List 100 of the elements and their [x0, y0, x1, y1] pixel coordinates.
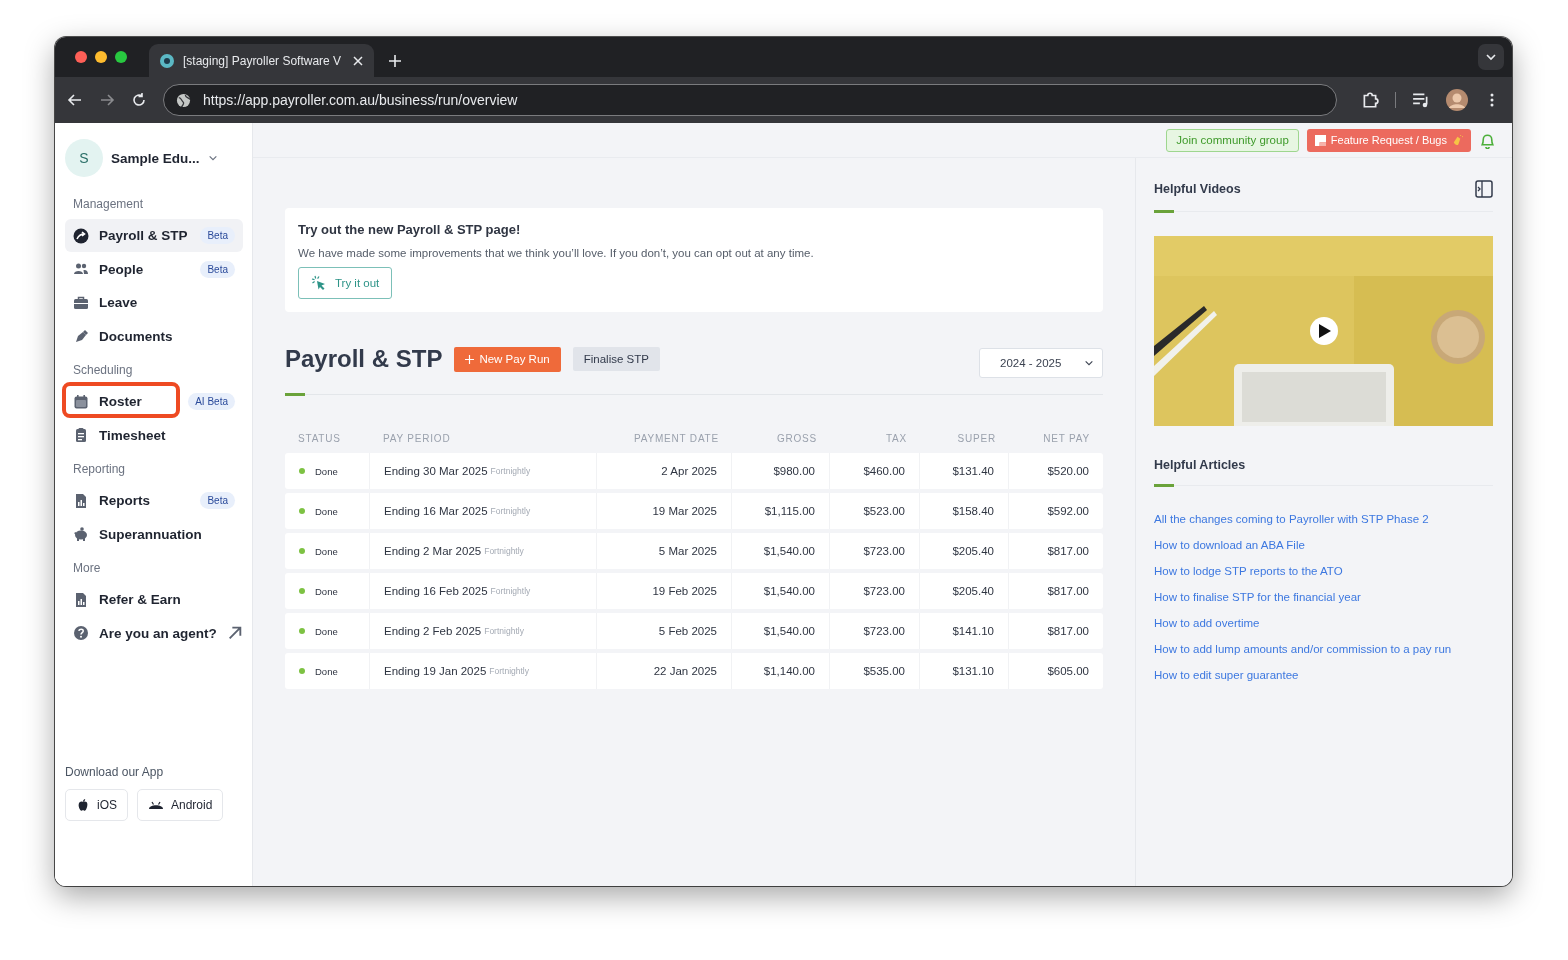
- profile-avatar-icon[interactable]: [1446, 89, 1468, 111]
- column-header: STATUS: [297, 432, 342, 444]
- extensions-icon[interactable]: [1361, 91, 1379, 109]
- maximize-window-icon[interactable]: [115, 51, 127, 63]
- pay-frequency: Fortnightly: [490, 586, 531, 596]
- close-window-icon[interactable]: [75, 51, 87, 63]
- super-amount: $158.40: [952, 505, 994, 517]
- tax-amount: $535.00: [863, 665, 905, 677]
- plus-icon: [465, 354, 475, 364]
- finalise-stp-button[interactable]: Finalise STP: [572, 347, 660, 371]
- pay-run-row[interactable]: Done Ending 30 Mar 2025 Fortnightly 2 Apr 2025 $980.00 $460.00 $131.40 $520.00: [285, 453, 1103, 489]
- pay-run-row[interactable]: Done Ending 16 Mar 2025 Fortnightly 19 Mar 2025 $1,115.00 $523.00 $158.40 $592.00: [285, 493, 1103, 529]
- back-icon[interactable]: [67, 92, 83, 108]
- section-heading: More: [73, 561, 102, 575]
- flag-icon: [1314, 134, 1326, 146]
- tab-search-button[interactable]: [1478, 44, 1504, 70]
- calendar-icon: [73, 393, 89, 410]
- reload-icon[interactable]: [131, 92, 147, 108]
- payment-date: 19 Mar 2025: [652, 505, 717, 517]
- business-avatar[interactable]: S: [65, 139, 103, 177]
- nav-item[interactable]: Timesheet: [65, 418, 243, 452]
- piggy-bank-icon: [73, 526, 89, 542]
- app-store-button[interactable]: iOS: [65, 789, 128, 821]
- sidebar-toggle-icon[interactable]: [1475, 180, 1493, 198]
- nav-item[interactable]: Are you an agent?: [65, 616, 243, 650]
- gross-amount: $1,115.00: [764, 505, 815, 517]
- nav-item[interactable]: Payroll & STP Beta: [65, 219, 243, 252]
- article-link[interactable]: How to finalise STP for the financial year: [1154, 591, 1361, 603]
- help-icon: [73, 625, 89, 641]
- forward-icon[interactable]: [99, 92, 115, 108]
- status-dot: [299, 588, 305, 594]
- status-text: Done: [315, 465, 338, 477]
- new-tab-icon[interactable]: [388, 54, 402, 68]
- net-pay-amount: $817.00: [1047, 545, 1089, 557]
- pay-run-row[interactable]: Done Ending 19 Jan 2025 Fortnightly 22 Jan 2025 $1,140.00 $535.00 $131.10 $605.00: [285, 653, 1103, 689]
- column-header: GROSS: [775, 432, 818, 444]
- pay-run-row[interactable]: Done Ending 2 Feb 2025 Fortnightly 5 Feb 2025 $1,540.00 $723.00 $141.10 $817.00: [285, 613, 1103, 649]
- pen-icon: [73, 328, 89, 344]
- announcement-text: We have made some improvements that we think you’ll love. If you don’t, you can opt out at any time.: [298, 247, 815, 259]
- browser-tab[interactable]: [staging] Payroller Software V: [149, 44, 374, 77]
- pay-period: Ending 19 Jan 2025: [384, 665, 487, 677]
- page-title: Payroll & STP: [285, 345, 443, 373]
- business-name[interactable]: Sample Edu...: [111, 150, 200, 166]
- article-link[interactable]: How to lodge STP reports to the ATO: [1154, 565, 1343, 577]
- article-link[interactable]: How to download an ABA File: [1154, 539, 1305, 551]
- pay-run-row[interactable]: Done Ending 2 Mar 2025 Fortnightly 5 Mar 2025 $1,540.00 $723.00 $205.40 $817.00: [285, 533, 1103, 569]
- notification-bell-icon[interactable]: [1479, 131, 1496, 149]
- address-bar[interactable]: https://app.payroller.com.au/business/run/overview: [163, 84, 1337, 116]
- column-header: NET PAY: [1042, 432, 1091, 444]
- gross-amount: $1,140.00: [763, 665, 815, 677]
- article-link[interactable]: How to add overtime: [1154, 617, 1260, 629]
- status-dot: [299, 508, 305, 514]
- payment-date: 5 Mar 2025: [658, 545, 717, 557]
- favicon-icon: [159, 52, 175, 69]
- payment-date: 19 Feb 2025: [652, 585, 717, 597]
- pay-run-row[interactable]: Done Ending 16 Feb 2025 Fortnightly 19 Feb 2025 $1,540.00 $723.00 $205.40 $817.00: [285, 573, 1103, 609]
- chart-document-icon: [73, 492, 89, 509]
- column-header: PAY PERIOD: [382, 432, 452, 444]
- tax-amount: $723.00: [863, 625, 905, 637]
- nav-item[interactable]: People Beta: [65, 252, 243, 286]
- net-pay-amount: $817.00: [1047, 625, 1089, 637]
- net-pay-amount: $817.00: [1047, 585, 1089, 597]
- globe-icon: [176, 92, 191, 108]
- super-amount: $205.40: [952, 545, 994, 557]
- nav-item[interactable]: Documents: [65, 319, 243, 353]
- external-link-icon: [226, 625, 243, 641]
- nav-item[interactable]: Reports Beta: [65, 484, 243, 517]
- status-text: Done: [315, 545, 338, 557]
- download-heading: Download our App: [65, 765, 165, 779]
- status-dot: [299, 668, 305, 674]
- close-icon[interactable]: [352, 54, 364, 67]
- year-select[interactable]: 2024 - 2025: [979, 348, 1103, 378]
- beta-badge: Beta: [200, 492, 235, 509]
- apple-icon: [76, 798, 90, 812]
- super-amount: $141.10: [952, 625, 994, 637]
- gross-amount: $980.00: [773, 465, 815, 477]
- people-icon: [73, 261, 89, 277]
- beta-badge: Beta: [200, 227, 235, 244]
- article-link[interactable]: How to add lump amounts and/or commission to a pay run: [1154, 643, 1452, 655]
- pay-period: Ending 16 Mar 2025: [384, 505, 488, 517]
- app-store-button[interactable]: Android: [137, 789, 224, 821]
- article-link[interactable]: How to edit super guarantee: [1154, 669, 1299, 681]
- videos-heading: Helpful Videos: [1154, 182, 1241, 196]
- nav-item[interactable]: Superannuation: [65, 517, 243, 551]
- nav-item[interactable]: Leave: [65, 286, 243, 319]
- super-amount: $131.10: [952, 665, 994, 677]
- nav-item[interactable]: Refer & Earn: [65, 583, 243, 616]
- article-link[interactable]: All the changes coming to Payroller with STP Phase 2: [1154, 513, 1429, 525]
- arrow-circle-icon: [73, 227, 89, 244]
- status-text: Done: [315, 585, 338, 597]
- announcement-title: Try out the new Payroll & STP page!: [298, 222, 522, 237]
- media-icon[interactable]: [1412, 91, 1430, 109]
- try-it-out-button[interactable]: Try it out: [298, 267, 393, 299]
- nav-item[interactable]: Roster AI Beta: [65, 385, 243, 418]
- minimize-window-icon[interactable]: [95, 51, 107, 63]
- status-text: Done: [315, 665, 338, 677]
- chevron-down-icon: [1084, 358, 1094, 368]
- chevron-down-icon[interactable]: [207, 153, 218, 163]
- gross-amount: $1,540.00: [763, 545, 815, 557]
- briefcase-icon: [73, 294, 89, 311]
